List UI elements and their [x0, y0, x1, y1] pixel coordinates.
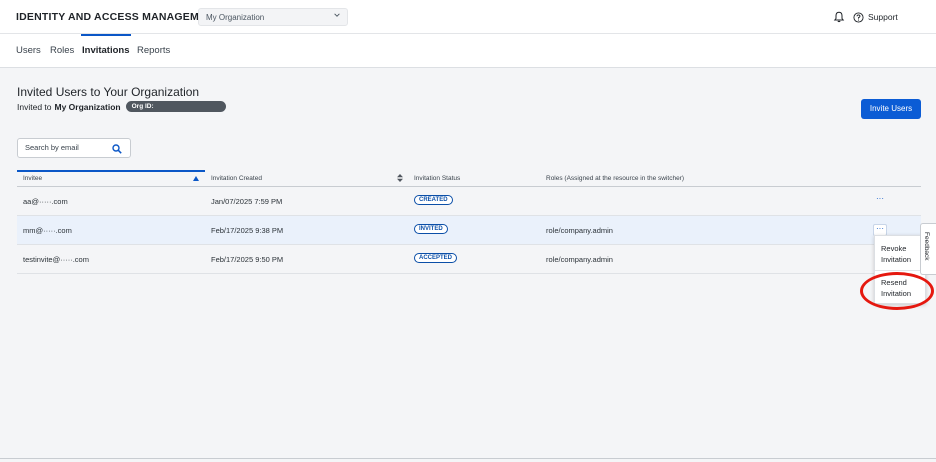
- support-label: Support: [868, 12, 898, 22]
- invitee-email: testinvite@·····.com: [23, 255, 89, 264]
- tab-users[interactable]: Users: [16, 45, 41, 56]
- subtitle-org-name: My Organization: [54, 101, 121, 112]
- nav-tabs: Users Roles Invitations Reports: [0, 34, 936, 68]
- organization-select-value: My Organization: [206, 13, 265, 22]
- roles-value: role/company.admin: [546, 255, 613, 264]
- sorted-column-indicator: [17, 170, 205, 186]
- chevron-down-icon: [334, 13, 340, 17]
- revoke-invitation-menu-item[interactable]: Revoke Invitation: [881, 243, 923, 265]
- column-header-invitee[interactable]: Invitee: [23, 175, 42, 182]
- tab-reports[interactable]: Reports: [137, 45, 170, 56]
- bell-icon[interactable]: [833, 11, 845, 23]
- page-title: Invited Users to Your Organization: [17, 85, 200, 99]
- table-row: aa@·····.com Jan/07/2025 7:59 PM CREATED…: [17, 187, 921, 216]
- top-bar: IDENTITY AND ACCESS MANAGEMENT My Organi…: [0, 0, 936, 34]
- support-link[interactable]: Support: [853, 11, 898, 23]
- bottom-divider: [0, 458, 936, 459]
- highlight-annotation: [860, 272, 934, 310]
- invitation-created: Feb/17/2025 9:38 PM: [211, 226, 284, 235]
- subtitle-prefix: Invited to: [17, 101, 52, 112]
- table-row: testinvite@·····.com Feb/17/2025 9:50 PM…: [17, 245, 921, 274]
- app-title: IDENTITY AND ACCESS MANAGEMENT: [16, 11, 221, 23]
- more-icon[interactable]: ···: [873, 195, 887, 207]
- tab-invitations[interactable]: Invitations: [81, 34, 131, 56]
- status-badge: INVITED: [414, 224, 448, 234]
- help-circle-icon: [853, 11, 864, 23]
- status-badge: ACCEPTED: [414, 253, 458, 263]
- sort-ascending-icon[interactable]: [193, 176, 199, 181]
- invitee-email: mm@·····.com: [23, 226, 72, 235]
- invitations-table: Invitee Invitation Created Invitation St…: [17, 170, 921, 274]
- table-row: mm@·····.com Feb/17/2025 9:38 PM INVITED…: [17, 216, 921, 245]
- tab-roles[interactable]: Roles: [50, 45, 74, 56]
- invitation-created: Jan/07/2025 7:59 PM: [211, 197, 283, 206]
- invite-users-button[interactable]: Invite Users: [861, 99, 921, 119]
- invitee-email: aa@·····.com: [23, 197, 68, 206]
- column-header-created[interactable]: Invitation Created: [211, 175, 262, 182]
- search-box: [17, 138, 131, 158]
- status-badge: CREATED: [414, 195, 453, 205]
- feedback-tab[interactable]: Feedback: [920, 223, 936, 275]
- org-id-badge: Org ID:: [125, 101, 226, 112]
- page-subtitle: Invited to My Organization Org ID:: [17, 101, 226, 112]
- menu-divider: [875, 270, 925, 271]
- search-input[interactable]: [25, 143, 105, 152]
- search-icon[interactable]: [112, 144, 122, 154]
- invitation-created: Feb/17/2025 9:50 PM: [211, 255, 284, 264]
- table-header: Invitee Invitation Created Invitation St…: [17, 170, 921, 187]
- organization-select[interactable]: My Organization: [198, 8, 348, 26]
- column-header-roles: Roles (Assigned at the resource in the s…: [546, 175, 685, 182]
- sort-icon[interactable]: [397, 174, 403, 182]
- roles-value: role/company.admin: [546, 226, 613, 235]
- feedback-label: Feedback: [923, 232, 930, 261]
- column-header-status: Invitation Status: [414, 175, 461, 182]
